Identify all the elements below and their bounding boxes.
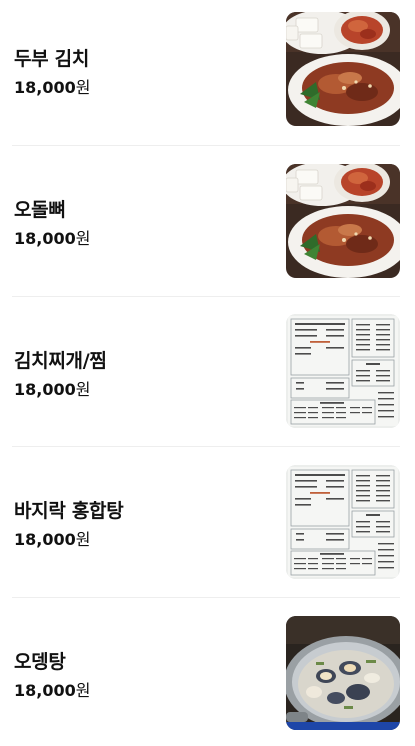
price-currency: 원 — [75, 78, 91, 97]
menu-item-name: 오뎅탕 — [14, 651, 66, 673]
menu-item-price: 18,000원 — [14, 376, 90, 400]
price-value: 18,000 — [14, 681, 76, 700]
menu-item-price: 18,000원 — [14, 74, 90, 98]
menu-item-name: 두부 김치 — [14, 48, 90, 70]
menu-item-price: 18,000원 — [14, 526, 90, 550]
divider — [12, 145, 400, 146]
menu-item-image[interactable] — [286, 314, 400, 428]
menu-item-price: 18,000원 — [14, 225, 90, 249]
divider — [12, 446, 400, 447]
price-currency: 원 — [75, 681, 91, 700]
menu-item-bajirak-honghaptang[interactable]: 바지락 홍합탕 18,000원 — [12, 465, 400, 579]
price-currency: 원 — [75, 229, 91, 248]
menu-list: 두부 김치 18,000원 오돌뼈 18,000원 김치찌개/찜 18,000원… — [0, 0, 415, 746]
menu-item-name: 오돌뼈 — [14, 199, 66, 221]
menu-item-image[interactable] — [286, 12, 400, 126]
menu-item-odolppyeo[interactable]: 오돌뼈 18,000원 — [12, 164, 400, 278]
menu-item-name: 김치찌개/찜 — [14, 350, 107, 372]
divider — [12, 597, 400, 598]
price-value: 18,000 — [14, 78, 76, 97]
menu-item-image[interactable] — [286, 164, 400, 278]
menu-item-price: 18,000원 — [14, 677, 90, 701]
price-currency: 원 — [75, 530, 91, 549]
price-currency: 원 — [75, 380, 91, 399]
menu-item-image[interactable] — [286, 616, 400, 730]
menu-item-name: 바지락 홍합탕 — [14, 500, 124, 522]
menu-item-dubu-kimchi[interactable]: 두부 김치 18,000원 — [12, 12, 400, 126]
divider — [12, 296, 400, 297]
price-value: 18,000 — [14, 229, 76, 248]
menu-item-odeng-tang[interactable]: 오뎅탕 18,000원 — [12, 616, 400, 730]
menu-item-image[interactable] — [286, 465, 400, 579]
price-value: 18,000 — [14, 380, 76, 399]
menu-item-kimchi-jjigae[interactable]: 김치찌개/찜 18,000원 — [12, 314, 400, 428]
price-value: 18,000 — [14, 530, 76, 549]
